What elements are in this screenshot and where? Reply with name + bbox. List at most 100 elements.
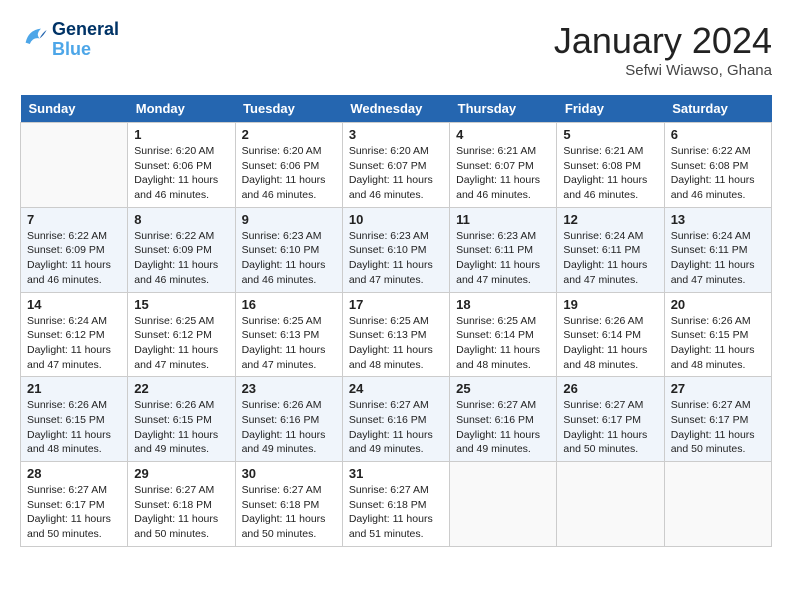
calendar-cell: 21 Sunrise: 6:26 AM Sunset: 6:15 PM Dayli… [21, 377, 128, 462]
cell-info: Sunrise: 6:27 AM Sunset: 6:18 PM Dayligh… [242, 483, 336, 542]
calendar-cell: 6 Sunrise: 6:22 AM Sunset: 6:08 PM Daylig… [664, 123, 771, 208]
calendar-table: SundayMondayTuesdayWednesdayThursdayFrid… [20, 95, 772, 547]
cell-info: Sunrise: 6:27 AM Sunset: 6:18 PM Dayligh… [349, 483, 443, 542]
cell-info: Sunrise: 6:27 AM Sunset: 6:17 PM Dayligh… [27, 483, 121, 542]
cell-info: Sunrise: 6:21 AM Sunset: 6:08 PM Dayligh… [563, 144, 657, 203]
calendar-cell: 1 Sunrise: 6:20 AM Sunset: 6:06 PM Daylig… [128, 123, 235, 208]
day-header-monday: Monday [128, 95, 235, 123]
calendar-cell [664, 462, 771, 547]
cell-info: Sunrise: 6:27 AM Sunset: 6:17 PM Dayligh… [563, 398, 657, 457]
date-number: 10 [349, 212, 443, 227]
calendar-cell: 19 Sunrise: 6:26 AM Sunset: 6:14 PM Dayli… [557, 292, 664, 377]
month-title: January 2024 [554, 20, 772, 62]
cell-info: Sunrise: 6:23 AM Sunset: 6:10 PM Dayligh… [242, 229, 336, 288]
date-number: 3 [349, 127, 443, 142]
cell-info: Sunrise: 6:25 AM Sunset: 6:13 PM Dayligh… [349, 314, 443, 373]
calendar-cell [450, 462, 557, 547]
cell-info: Sunrise: 6:23 AM Sunset: 6:11 PM Dayligh… [456, 229, 550, 288]
calendar-cell: 22 Sunrise: 6:26 AM Sunset: 6:15 PM Dayli… [128, 377, 235, 462]
date-number: 26 [563, 381, 657, 396]
date-number: 1 [134, 127, 228, 142]
date-number: 30 [242, 466, 336, 481]
date-number: 4 [456, 127, 550, 142]
cell-info: Sunrise: 6:25 AM Sunset: 6:13 PM Dayligh… [242, 314, 336, 373]
cell-info: Sunrise: 6:26 AM Sunset: 6:15 PM Dayligh… [134, 398, 228, 457]
date-number: 21 [27, 381, 121, 396]
date-number: 31 [349, 466, 443, 481]
title-block: January 2024 Sefwi Wiawso, Ghana [554, 20, 772, 79]
day-header-friday: Friday [557, 95, 664, 123]
calendar-cell: 20Sunrise: 6:26 AM Sunset: 6:15 PM Dayli… [664, 292, 771, 377]
calendar-cell: 17 Sunrise: 6:25 AM Sunset: 6:13 PM Dayli… [342, 292, 449, 377]
calendar-cell: 12 Sunrise: 6:24 AM Sunset: 6:11 PM Dayli… [557, 207, 664, 292]
cell-info: Sunrise: 6:27 AM Sunset: 6:16 PM Dayligh… [456, 398, 550, 457]
calendar-cell: 28 Sunrise: 6:27 AM Sunset: 6:17 PM Dayli… [21, 462, 128, 547]
cell-info: Sunrise: 6:26 AM Sunset: 6:14 PM Dayligh… [563, 314, 657, 373]
cell-info: Sunrise: 6:23 AM Sunset: 6:10 PM Dayligh… [349, 229, 443, 288]
calendar-cell: 14Sunrise: 6:24 AM Sunset: 6:12 PM Dayli… [21, 292, 128, 377]
calendar-week-3: 14Sunrise: 6:24 AM Sunset: 6:12 PM Dayli… [21, 292, 772, 377]
cell-info: Sunrise: 6:26 AM Sunset: 6:16 PM Dayligh… [242, 398, 336, 457]
date-number: 6 [671, 127, 765, 142]
calendar-cell: 5 Sunrise: 6:21 AM Sunset: 6:08 PM Daylig… [557, 123, 664, 208]
date-number: 23 [242, 381, 336, 396]
day-header-thursday: Thursday [450, 95, 557, 123]
day-header-saturday: Saturday [664, 95, 771, 123]
calendar-cell: 3 Sunrise: 6:20 AM Sunset: 6:07 PM Daylig… [342, 123, 449, 208]
date-number: 29 [134, 466, 228, 481]
date-number: 16 [242, 297, 336, 312]
calendar-cell: 18Sunrise: 6:25 AM Sunset: 6:14 PM Dayli… [450, 292, 557, 377]
cell-info: Sunrise: 6:24 AM Sunset: 6:11 PM Dayligh… [671, 229, 765, 288]
cell-info: Sunrise: 6:26 AM Sunset: 6:15 PM Dayligh… [27, 398, 121, 457]
date-number: 17 [349, 297, 443, 312]
date-number: 24 [349, 381, 443, 396]
calendar-cell: 10 Sunrise: 6:23 AM Sunset: 6:10 PM Dayli… [342, 207, 449, 292]
date-number: 11 [456, 212, 550, 227]
date-number: 27 [671, 381, 765, 396]
cell-info: Sunrise: 6:24 AM Sunset: 6:11 PM Dayligh… [563, 229, 657, 288]
logo: General Blue [20, 20, 119, 60]
calendar-cell: 26 Sunrise: 6:27 AM Sunset: 6:17 PM Dayli… [557, 377, 664, 462]
cell-info: Sunrise: 6:27 AM Sunset: 6:16 PM Dayligh… [349, 398, 443, 457]
logo-text: General Blue [52, 20, 119, 60]
calendar-cell: 8Sunrise: 6:22 AM Sunset: 6:09 PM Daylig… [128, 207, 235, 292]
day-header-tuesday: Tuesday [235, 95, 342, 123]
calendar-cell: 2Sunrise: 6:20 AM Sunset: 6:06 PM Daylig… [235, 123, 342, 208]
calendar-cell: 9 Sunrise: 6:23 AM Sunset: 6:10 PM Daylig… [235, 207, 342, 292]
day-header-wednesday: Wednesday [342, 95, 449, 123]
logo-bird-icon [20, 23, 48, 51]
calendar-cell: 15Sunrise: 6:25 AM Sunset: 6:12 PM Dayli… [128, 292, 235, 377]
cell-info: Sunrise: 6:22 AM Sunset: 6:08 PM Dayligh… [671, 144, 765, 203]
date-number: 22 [134, 381, 228, 396]
calendar-cell: 16 Sunrise: 6:25 AM Sunset: 6:13 PM Dayli… [235, 292, 342, 377]
calendar-week-1: 1 Sunrise: 6:20 AM Sunset: 6:06 PM Daylig… [21, 123, 772, 208]
cell-info: Sunrise: 6:22 AM Sunset: 6:09 PM Dayligh… [27, 229, 121, 288]
date-number: 19 [563, 297, 657, 312]
date-number: 5 [563, 127, 657, 142]
calendar-cell: 11 Sunrise: 6:23 AM Sunset: 6:11 PM Dayli… [450, 207, 557, 292]
cell-info: Sunrise: 6:26 AM Sunset: 6:15 PM Dayligh… [671, 314, 765, 373]
calendar-cell: 31 Sunrise: 6:27 AM Sunset: 6:18 PM Dayli… [342, 462, 449, 547]
calendar-cell: 7 Sunrise: 6:22 AM Sunset: 6:09 PM Daylig… [21, 207, 128, 292]
date-number: 7 [27, 212, 121, 227]
date-number: 9 [242, 212, 336, 227]
day-header-sunday: Sunday [21, 95, 128, 123]
date-number: 12 [563, 212, 657, 227]
date-number: 28 [27, 466, 121, 481]
cell-info: Sunrise: 6:20 AM Sunset: 6:06 PM Dayligh… [134, 144, 228, 203]
calendar-week-4: 21 Sunrise: 6:26 AM Sunset: 6:15 PM Dayli… [21, 377, 772, 462]
calendar-week-2: 7 Sunrise: 6:22 AM Sunset: 6:09 PM Daylig… [21, 207, 772, 292]
calendar-cell: 25Sunrise: 6:27 AM Sunset: 6:16 PM Dayli… [450, 377, 557, 462]
date-number: 14 [27, 297, 121, 312]
date-number: 8 [134, 212, 228, 227]
cell-info: Sunrise: 6:27 AM Sunset: 6:18 PM Dayligh… [134, 483, 228, 542]
cell-info: Sunrise: 6:25 AM Sunset: 6:12 PM Dayligh… [134, 314, 228, 373]
calendar-cell: 27Sunrise: 6:27 AM Sunset: 6:17 PM Dayli… [664, 377, 771, 462]
calendar-cell: 13Sunrise: 6:24 AM Sunset: 6:11 PM Dayli… [664, 207, 771, 292]
calendar-cell [557, 462, 664, 547]
calendar-week-5: 28 Sunrise: 6:27 AM Sunset: 6:17 PM Dayli… [21, 462, 772, 547]
cell-info: Sunrise: 6:20 AM Sunset: 6:06 PM Dayligh… [242, 144, 336, 203]
calendar-cell [21, 123, 128, 208]
calendar-cell: 23 Sunrise: 6:26 AM Sunset: 6:16 PM Dayli… [235, 377, 342, 462]
cell-info: Sunrise: 6:20 AM Sunset: 6:07 PM Dayligh… [349, 144, 443, 203]
